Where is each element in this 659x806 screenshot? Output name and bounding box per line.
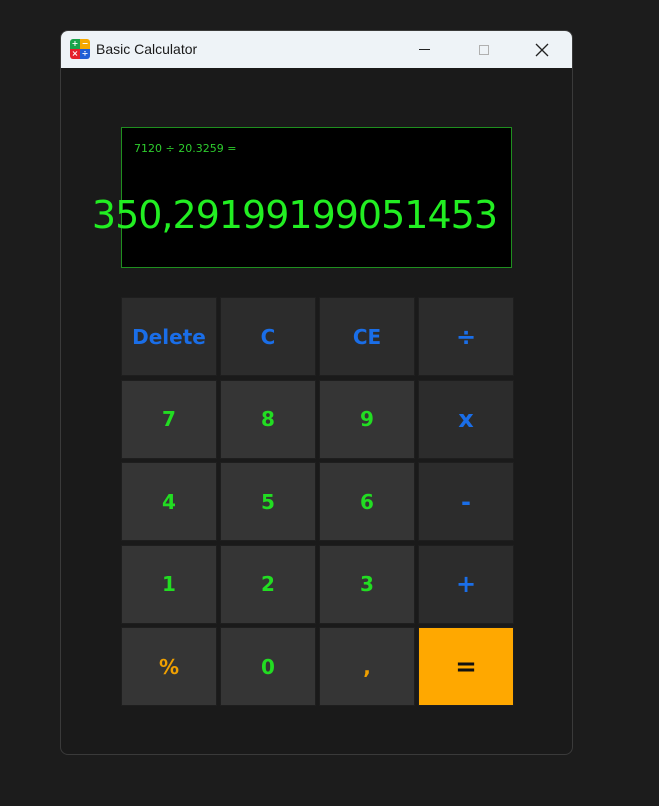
digit-8-button[interactable]: 8 bbox=[220, 379, 316, 459]
calculator-window: + − × ÷ Basic Calculator 7120 ÷ 20.3259 … bbox=[60, 30, 573, 755]
clear-button[interactable]: C bbox=[220, 297, 316, 376]
percent-button[interactable]: % bbox=[121, 627, 217, 706]
close-icon bbox=[535, 43, 549, 56]
add-button[interactable]: + bbox=[418, 544, 514, 624]
maximize-button[interactable] bbox=[461, 31, 507, 68]
digit-7-button[interactable]: 7 bbox=[121, 379, 217, 459]
digit-0-button[interactable]: 0 bbox=[220, 627, 316, 706]
digit-5-button[interactable]: 5 bbox=[220, 462, 316, 541]
calculator-app-icon: + − × ÷ bbox=[70, 39, 90, 59]
decimal-comma-button[interactable]: , bbox=[319, 627, 415, 706]
digit-6-button[interactable]: 6 bbox=[319, 462, 415, 541]
expression-text: 7120 ÷ 20.3259 = bbox=[134, 142, 237, 155]
result-text: 350,29199199051453 bbox=[91, 193, 498, 237]
digit-4-button[interactable]: 4 bbox=[121, 462, 217, 541]
calculator-display: 7120 ÷ 20.3259 = 350,29199199051453 bbox=[92, 127, 512, 268]
digit-1-button[interactable]: 1 bbox=[121, 544, 217, 624]
digit-9-button[interactable]: 9 bbox=[319, 379, 415, 459]
minimize-button[interactable] bbox=[401, 31, 447, 68]
minimize-icon bbox=[418, 49, 430, 50]
keypad: Delete C CE ÷ 7 8 9 x 4 5 6- 1 2 3 +% 0, = bbox=[121, 297, 514, 707]
maximize-icon bbox=[479, 44, 489, 55]
window-title: Basic Calculator bbox=[96, 41, 198, 57]
clear-entry-button[interactable]: CE bbox=[319, 297, 415, 376]
close-button[interactable] bbox=[519, 31, 565, 68]
divide-button[interactable]: ÷ bbox=[418, 297, 514, 376]
digit-2-button[interactable]: 2 bbox=[220, 544, 316, 624]
delete-button[interactable]: Delete bbox=[121, 297, 217, 376]
equals-button[interactable]: = bbox=[418, 627, 514, 706]
digit-3-button[interactable]: 3 bbox=[319, 544, 415, 624]
title-bar[interactable]: + − × ÷ Basic Calculator bbox=[61, 31, 572, 68]
multiply-button[interactable]: x bbox=[418, 379, 514, 459]
subtract-button[interactable]: - bbox=[418, 462, 514, 541]
